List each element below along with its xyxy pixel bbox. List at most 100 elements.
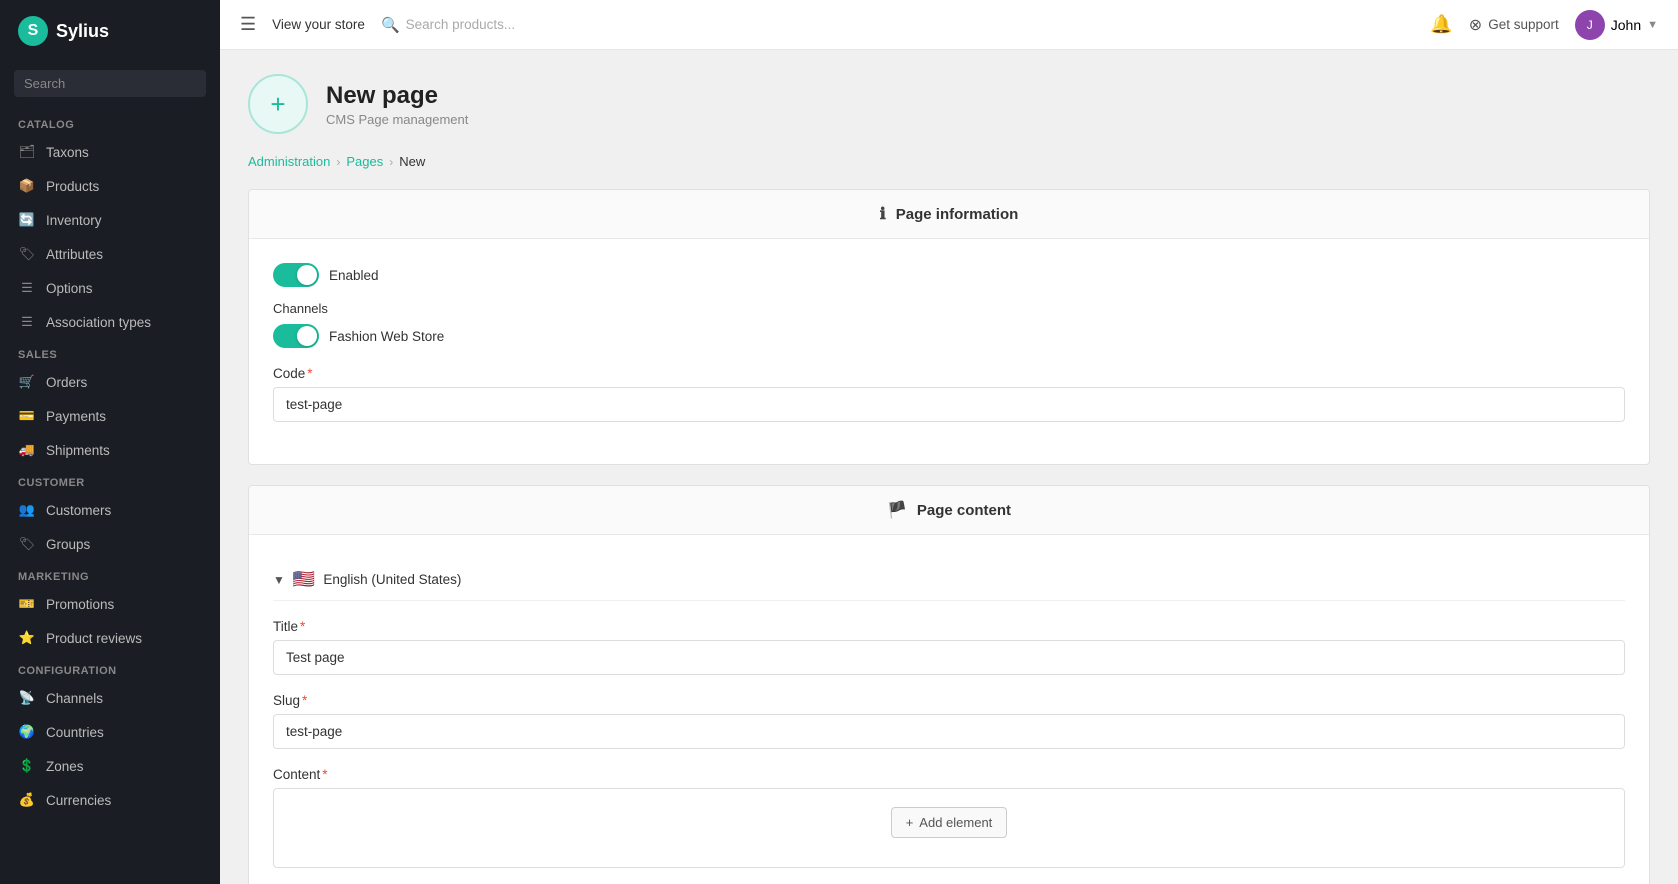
get-support-button[interactable]: ⊗ Get support — [1469, 15, 1559, 35]
sidebar-section-customer: CUSTOMER — [0, 467, 220, 493]
topbar-right: 🔔 ⊗ Get support J John ▼ — [1430, 10, 1658, 40]
breadcrumb-sep-1: › — [336, 155, 340, 169]
code-label: Code* — [273, 366, 1625, 381]
enabled-toggle-row: Enabled — [273, 263, 1625, 287]
user-menu[interactable]: J John ▼ — [1575, 10, 1658, 40]
sidebar-item-label-products: Products — [46, 179, 99, 194]
sidebar-item-countries[interactable]: 🌍 Countries — [0, 715, 220, 749]
customers-icon: 👥 — [18, 501, 36, 519]
sidebar-item-label-zones: Zones — [46, 759, 84, 774]
options-icon: ☰ — [18, 279, 36, 297]
content-editor[interactable]: + Add element — [273, 788, 1625, 868]
slug-required: * — [302, 693, 307, 708]
search-input[interactable] — [406, 17, 606, 32]
slug-input[interactable] — [273, 714, 1625, 749]
sidebar-item-association-types[interactable]: ☰ Association types — [0, 305, 220, 339]
breadcrumb-sep-2: › — [389, 155, 393, 169]
enabled-toggle[interactable] — [273, 263, 319, 287]
page-information-card: ℹ Page information Enabled Channels Fash… — [248, 189, 1650, 465]
sidebar-item-orders[interactable]: 🛒 Orders — [0, 365, 220, 399]
page-content-body: ▼ 🇺🇸 English (United States) Title* Slug… — [249, 535, 1649, 884]
code-input[interactable] — [273, 387, 1625, 422]
sidebar-search-container — [0, 62, 220, 105]
sidebar-item-label-orders: Orders — [46, 375, 87, 390]
sidebar-item-promotions[interactable]: 🎫 Promotions — [0, 587, 220, 621]
page-content-title: Page content — [917, 502, 1011, 519]
sidebar-item-product-reviews[interactable]: ⭐ Product reviews — [0, 621, 220, 655]
user-dropdown-icon: ▼ — [1647, 19, 1658, 31]
channels-label: Channels — [273, 301, 1625, 316]
sidebar-item-label-countries: Countries — [46, 725, 104, 740]
sidebar-item-payments[interactable]: 💳 Payments — [0, 399, 220, 433]
association-types-icon: ☰ — [18, 313, 36, 331]
plus-icon: + — [906, 815, 914, 830]
content-required: * — [322, 767, 327, 782]
breadcrumb-pages[interactable]: Pages — [346, 154, 383, 169]
sidebar-section-configuration: CONFIGURATION — [0, 655, 220, 681]
sidebar-item-label-shipments: Shipments — [46, 443, 110, 458]
sidebar-item-currencies[interactable]: 💰 Currencies — [0, 783, 220, 817]
notifications-icon[interactable]: 🔔 — [1430, 14, 1452, 35]
view-store-link[interactable]: View your store — [272, 17, 365, 32]
sidebar-item-label-channels: Channels — [46, 691, 103, 706]
sidebar-item-attributes[interactable]: 🏷 Attributes — [0, 237, 220, 271]
title-required: * — [300, 619, 305, 634]
collapse-arrow-icon: ▼ — [273, 573, 285, 587]
user-name: John — [1611, 17, 1641, 33]
page-subtitle: CMS Page management — [326, 112, 468, 127]
breadcrumb-current: New — [399, 154, 425, 169]
menu-toggle-icon[interactable]: ☰ — [240, 14, 256, 35]
main-area: ☰ View your store 🔍 🔔 ⊗ Get support J Jo… — [220, 0, 1678, 884]
language-label: English (United States) — [323, 572, 461, 587]
page-header-text: New page CMS Page management — [326, 82, 468, 127]
sidebar-item-label-promotions: Promotions — [46, 597, 114, 612]
breadcrumb: Administration › Pages › New — [248, 154, 1650, 169]
sidebar-search-input[interactable] — [14, 70, 206, 97]
code-required: * — [307, 366, 312, 381]
sidebar: S Sylius CATALOG 🗂 Taxons 📦 Products 🔄 I… — [0, 0, 220, 884]
topbar: ☰ View your store 🔍 🔔 ⊗ Get support J Jo… — [220, 0, 1678, 50]
content-group: Content* + Add element — [273, 767, 1625, 868]
sidebar-item-label-attributes: Attributes — [46, 247, 103, 262]
sidebar-item-groups[interactable]: 🏷 Groups — [0, 527, 220, 561]
currencies-icon: 💰 — [18, 791, 36, 809]
title-input[interactable] — [273, 640, 1625, 675]
content-label: Content* — [273, 767, 1625, 782]
promotions-icon: 🎫 — [18, 595, 36, 613]
title-group: Title* — [273, 619, 1625, 675]
channel-toggle[interactable] — [273, 324, 319, 348]
sidebar-section-sales: SALES — [0, 339, 220, 365]
breadcrumb-administration[interactable]: Administration — [248, 154, 330, 169]
products-icon: 📦 — [18, 177, 36, 195]
title-label: Title* — [273, 619, 1625, 634]
add-element-label: Add element — [919, 815, 992, 830]
sidebar-item-label-product-reviews: Product reviews — [46, 631, 142, 646]
flag-us-icon: 🇺🇸 — [293, 569, 315, 590]
sidebar-item-label-association-types: Association types — [46, 315, 151, 330]
sidebar-item-zones[interactable]: 💲 Zones — [0, 749, 220, 783]
get-support-label: Get support — [1488, 17, 1559, 32]
sidebar-item-label-inventory: Inventory — [46, 213, 102, 228]
payments-icon: 💳 — [18, 407, 36, 425]
page-information-title: Page information — [896, 206, 1019, 223]
shipments-icon: 🚚 — [18, 441, 36, 459]
sidebar-item-inventory[interactable]: 🔄 Inventory — [0, 203, 220, 237]
sidebar-logo: S Sylius — [0, 0, 220, 62]
sidebar-item-options[interactable]: ☰ Options — [0, 271, 220, 305]
language-collapse[interactable]: ▼ 🇺🇸 English (United States) — [273, 559, 1625, 601]
sidebar-item-label-groups: Groups — [46, 537, 90, 552]
zones-icon: 💲 — [18, 757, 36, 775]
sidebar-item-label-customers: Customers — [46, 503, 111, 518]
sidebar-section-catalog: CATALOG — [0, 109, 220, 135]
slug-label: Slug* — [273, 693, 1625, 708]
page-content-header: 🏴 Page content — [249, 486, 1649, 535]
sidebar-item-label-currencies: Currencies — [46, 793, 111, 808]
page-header-icon: + — [248, 74, 308, 134]
add-element-button[interactable]: + Add element — [891, 807, 1008, 838]
page-title: New page — [326, 82, 468, 110]
sidebar-item-products[interactable]: 📦 Products — [0, 169, 220, 203]
sidebar-item-shipments[interactable]: 🚚 Shipments — [0, 433, 220, 467]
sidebar-item-channels[interactable]: 📡 Channels — [0, 681, 220, 715]
sidebar-item-customers[interactable]: 👥 Customers — [0, 493, 220, 527]
sidebar-item-taxons[interactable]: 🗂 Taxons — [0, 135, 220, 169]
